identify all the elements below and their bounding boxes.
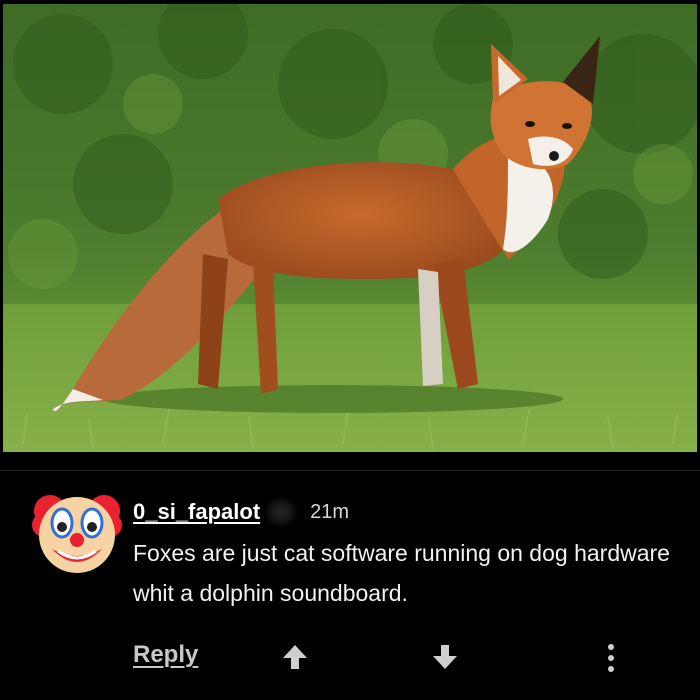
comment-timestamp: 21m — [310, 500, 350, 523]
clown-face-icon[interactable] — [30, 483, 124, 577]
comment-actions: Reply — [0, 633, 700, 683]
vertical-ellipsis-icon[interactable] — [603, 641, 619, 675]
fox-photo-illustration — [3, 4, 697, 452]
blurred-badge — [266, 499, 297, 525]
comment: 0_si_fapalot 21m Foxes are just cat soft… — [0, 471, 700, 700]
comment-meta: 0_si_fapalot 21m — [133, 497, 349, 527]
username-link[interactable]: 0_si_fapalot — [133, 499, 260, 525]
arrow-up-icon[interactable] — [281, 643, 309, 671]
arrow-down-icon[interactable] — [431, 643, 459, 671]
reply-button[interactable]: Reply — [133, 641, 198, 669]
fox-photo[interactable] — [3, 4, 697, 452]
comment-body: Foxes are just cat software running on d… — [133, 540, 670, 606]
